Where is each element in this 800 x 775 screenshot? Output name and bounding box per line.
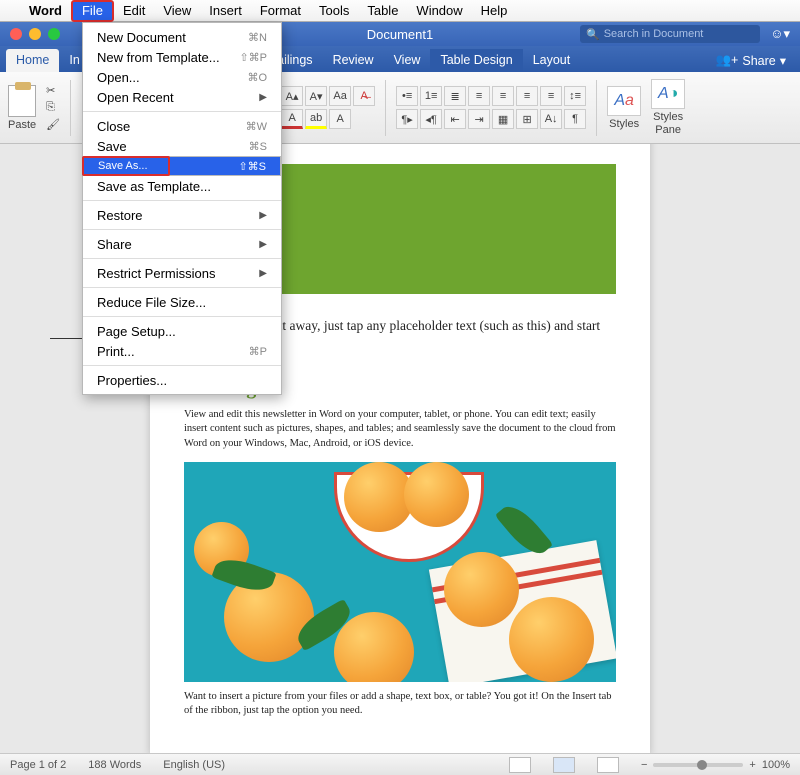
file-menu-restore[interactable]: Restore▶ xyxy=(83,205,281,225)
word-count[interactable]: 188 Words xyxy=(88,759,141,771)
highlight-color-button[interactable]: ab xyxy=(305,109,327,129)
body-paragraph-2[interactable]: Want to insert a picture from your files… xyxy=(184,690,616,719)
tab-table-design[interactable]: Table Design xyxy=(430,49,522,72)
file-menu-page-setup[interactable]: Page Setup... xyxy=(83,321,281,341)
clear-formatting-button[interactable]: A̶ xyxy=(353,86,375,106)
paste-label: Paste xyxy=(8,119,36,131)
font-group: A▴ A▾ Aa A̶ A ab A xyxy=(281,86,375,129)
menubar-help[interactable]: Help xyxy=(472,0,517,22)
user-account-icon[interactable]: ☺︎▾ xyxy=(770,26,790,42)
ltr-button[interactable]: ¶▸ xyxy=(396,109,418,129)
styles-pane-button[interactable]: A◑ Styles Pane xyxy=(651,79,685,135)
file-menu-restrict-permissions[interactable]: Restrict Permissions▶ xyxy=(83,263,281,283)
file-menu-share[interactable]: Share▶ xyxy=(83,234,281,254)
tab-insert[interactable]: Insert xyxy=(59,49,79,72)
menubar-window[interactable]: Window xyxy=(407,0,471,22)
file-menu-save-as-template[interactable]: Save as Template... xyxy=(83,176,281,196)
focus-view-button[interactable] xyxy=(509,757,531,773)
rtl-button[interactable]: ◂¶ xyxy=(420,109,442,129)
menubar-table[interactable]: Table xyxy=(358,0,407,22)
search-placeholder: Search in Document xyxy=(604,28,704,40)
shading-button[interactable]: ▦ xyxy=(492,109,514,129)
file-menu-close[interactable]: Close⌘W xyxy=(83,116,281,136)
numbering-button[interactable]: 1≡ xyxy=(420,86,442,106)
menubar-tools[interactable]: Tools xyxy=(310,0,358,22)
search-in-document[interactable]: 🔍 Search in Document xyxy=(580,25,760,43)
traffic-lights xyxy=(0,28,60,40)
zoom-controls: − + 100% xyxy=(641,759,790,771)
paragraph-group: •≡ 1≡ ≣ ≡ ≡ ≡ ≡ ↕≡ ¶▸ ◂¶ ⇤ ⇥ ▦ ⊞ A↓ ¶ xyxy=(396,86,586,129)
print-layout-view-button[interactable] xyxy=(553,757,575,773)
content-image[interactable] xyxy=(184,462,616,682)
format-painter-icon[interactable]: 🖌 xyxy=(46,118,60,131)
menubar-edit[interactable]: Edit xyxy=(114,0,154,22)
character-border-button[interactable]: A xyxy=(329,109,351,129)
tab-view[interactable]: View xyxy=(384,49,431,72)
submenu-arrow-icon: ▶ xyxy=(259,268,267,279)
document-title: Document1 xyxy=(367,27,433,42)
submenu-arrow-icon: ▶ xyxy=(259,210,267,221)
page-indicator[interactable]: Page 1 of 2 xyxy=(10,759,66,771)
bullets-button[interactable]: •≡ xyxy=(396,86,418,106)
chevron-down-icon: ▾ xyxy=(780,53,786,68)
submenu-arrow-icon: ▶ xyxy=(259,92,267,103)
font-color-button[interactable]: A xyxy=(281,109,303,129)
mac-menubar: Word File Edit View Insert Format Tools … xyxy=(0,0,800,22)
zoom-slider[interactable] xyxy=(653,763,743,767)
file-menu-save-as[interactable]: Save As...⇧⌘S xyxy=(83,156,281,176)
menubar-app[interactable]: Word xyxy=(20,0,71,22)
increase-font-button[interactable]: A▴ xyxy=(281,86,303,106)
file-menu-open[interactable]: Open...⌘O xyxy=(83,67,281,87)
file-menu-properties[interactable]: Properties... xyxy=(83,370,281,390)
menubar-insert[interactable]: Insert xyxy=(200,0,251,22)
minimize-window-button[interactable] xyxy=(29,28,41,40)
sort-button[interactable]: A↓ xyxy=(540,109,562,129)
multilevel-list-button[interactable]: ≣ xyxy=(444,86,466,106)
styles-pane-icon: A◑ xyxy=(651,79,685,109)
close-window-button[interactable] xyxy=(10,28,22,40)
increase-indent-button[interactable]: ⇥ xyxy=(468,109,490,129)
zoom-level[interactable]: 100% xyxy=(762,759,790,771)
file-menu-open-recent[interactable]: Open Recent▶ xyxy=(83,87,281,107)
align-center-button[interactable]: ≡ xyxy=(492,86,514,106)
styles-group[interactable]: Aa Styles xyxy=(607,86,641,130)
align-right-button[interactable]: ≡ xyxy=(516,86,538,106)
tab-review[interactable]: Review xyxy=(323,49,384,72)
file-menu-new-from-template[interactable]: New from Template...⇧⌘P xyxy=(83,47,281,67)
zoom-out-button[interactable]: − xyxy=(641,759,647,771)
decrease-indent-button[interactable]: ⇤ xyxy=(444,109,466,129)
decrease-font-button[interactable]: A▾ xyxy=(305,86,327,106)
search-icon: 🔍 xyxy=(586,28,600,41)
copy-icon[interactable]: ⎘ xyxy=(46,101,60,114)
file-menu-print[interactable]: Print...⌘P xyxy=(83,341,281,361)
zoom-window-button[interactable] xyxy=(48,28,60,40)
submenu-arrow-icon: ▶ xyxy=(259,239,267,250)
show-marks-button[interactable]: ¶ xyxy=(564,109,586,129)
share-icon: 👥+ xyxy=(715,53,738,68)
file-menu-dropdown: New Document⌘NNew from Template...⇧⌘POpe… xyxy=(82,22,282,395)
tab-home[interactable]: Home xyxy=(6,49,59,72)
share-button[interactable]: 👥+Share▾ xyxy=(707,49,794,72)
cut-icon[interactable]: ✂ xyxy=(46,84,60,97)
body-paragraph-1[interactable]: View and edit this newsletter in Word on… xyxy=(184,408,616,452)
align-left-button[interactable]: ≡ xyxy=(468,86,490,106)
file-menu-new-document[interactable]: New Document⌘N xyxy=(83,27,281,47)
clipboard-icon[interactable] xyxy=(8,85,36,117)
tab-layout[interactable]: Layout xyxy=(523,49,581,72)
paste-group: Paste xyxy=(8,85,36,131)
file-menu-reduce-file-size[interactable]: Reduce File Size... xyxy=(83,292,281,312)
line-spacing-button[interactable]: ↕≡ xyxy=(564,86,586,106)
web-layout-view-button[interactable] xyxy=(597,757,619,773)
change-case-button[interactable]: Aa xyxy=(329,86,351,106)
menubar-view[interactable]: View xyxy=(154,0,200,22)
menubar-format[interactable]: Format xyxy=(251,0,310,22)
zoom-in-button[interactable]: + xyxy=(749,759,755,771)
styles-icon: Aa xyxy=(607,86,641,116)
justify-button[interactable]: ≡ xyxy=(540,86,562,106)
file-menu-save[interactable]: Save⌘S xyxy=(83,136,281,156)
language-indicator[interactable]: English (US) xyxy=(163,759,225,771)
menubar-file[interactable]: File xyxy=(71,0,114,22)
status-bar: Page 1 of 2 188 Words English (US) − + 1… xyxy=(0,753,800,775)
borders-button[interactable]: ⊞ xyxy=(516,109,538,129)
